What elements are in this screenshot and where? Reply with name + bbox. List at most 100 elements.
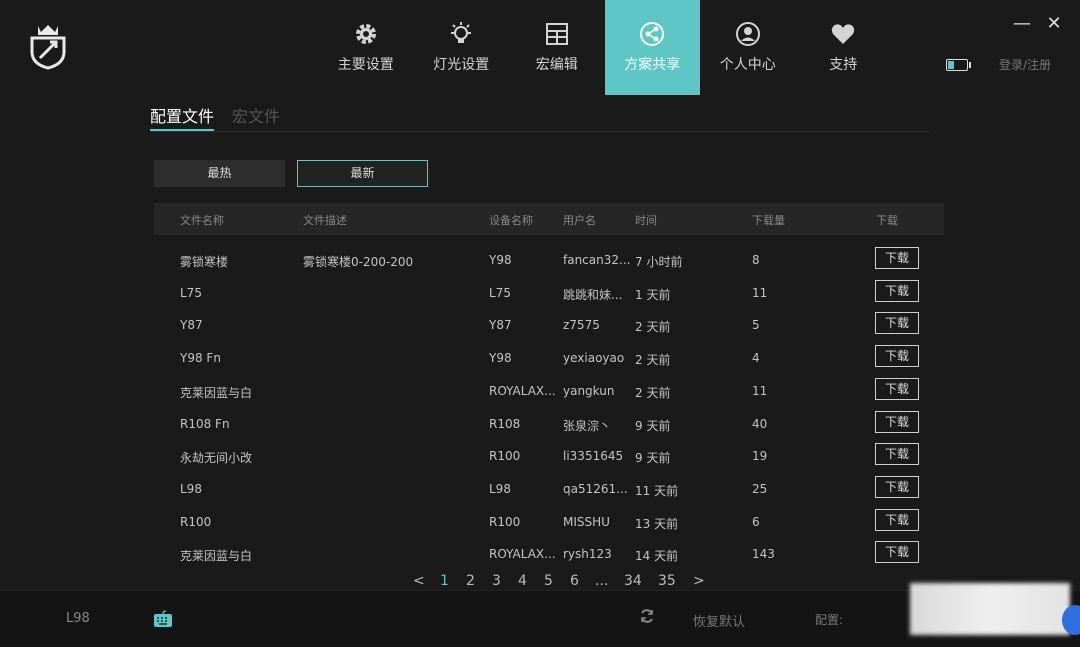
cell-user: qa51261... <box>563 482 628 496</box>
table-header: 文件名称 文件描述 设备名称 用户名 时间 下载量 下载 <box>154 203 944 235</box>
download-button[interactable]: 下载 <box>875 312 919 334</box>
col-time: 时间 <box>635 214 657 227</box>
table-row: R108 Fn R108 张泉淙丶 9 天前 40 下载 <box>154 408 944 440</box>
nav-label: 灯光设置 <box>433 57 490 73</box>
cell-name: 克莱因蓝与白 <box>180 549 253 563</box>
cell-name: Y98 Fn <box>180 351 221 365</box>
col-user: 用户名 <box>563 214 596 227</box>
nav-label: 主要设置 <box>337 57 394 73</box>
cell-name: 永劫无间小改 <box>180 451 253 465</box>
filter-new-button[interactable]: 最新 <box>297 160 428 187</box>
cell-downloads: 25 <box>752 482 768 496</box>
download-button[interactable]: 下载 <box>875 443 919 465</box>
tab-macros[interactable]: 宏文件 <box>232 103 280 129</box>
cell-device: Y87 <box>489 318 512 332</box>
table-row: 克莱因蓝与白 ROYALAX... rysh123 14 天前 143 下载 <box>154 538 944 570</box>
cell-time: 2 天前 <box>635 386 671 400</box>
brand-logo-icon <box>30 25 66 70</box>
keyboard-icon[interactable] <box>153 609 173 629</box>
page-34[interactable]: 34 <box>624 573 642 589</box>
cell-downloads: 11 <box>752 286 768 300</box>
share-icon <box>640 22 665 46</box>
nav-user-center[interactable]: 个人中心 <box>700 0 796 95</box>
download-button[interactable]: 下载 <box>875 411 919 433</box>
nav-profile-share[interactable]: 方案共享 <box>604 0 700 95</box>
download-button[interactable]: 下载 <box>875 345 919 367</box>
table-row: 永劫无间小改 R100 li3351645 9 天前 19 下载 <box>154 440 944 472</box>
cell-downloads: 11 <box>752 384 768 398</box>
download-button[interactable]: 下载 <box>875 247 919 269</box>
download-button[interactable]: 下载 <box>875 509 919 531</box>
cell-device: L98 <box>489 482 511 496</box>
table-row: L75 L75 跳跳和妹... 1 天前 11 下载 <box>154 277 944 309</box>
cell-device: L75 <box>489 286 511 300</box>
cell-user: fancan32... <box>563 253 631 267</box>
cell-device: ROYALAX... <box>489 547 556 561</box>
page-4[interactable]: 4 <box>518 573 527 589</box>
col-desc: 文件描述 <box>303 214 347 227</box>
next-page-button[interactable]: > <box>693 573 705 589</box>
gear-icon <box>355 24 376 44</box>
page-6[interactable]: 6 <box>570 573 579 589</box>
cell-time: 13 天前 <box>635 517 679 531</box>
cell-name: R108 Fn <box>180 417 230 431</box>
cell-downloads: 5 <box>752 318 760 332</box>
macro-grid-icon <box>545 23 568 45</box>
nav-label: 支持 <box>829 57 858 73</box>
device-name[interactable]: L98 <box>66 611 90 626</box>
col-downloads: 下载量 <box>752 214 785 227</box>
page-35[interactable]: 35 <box>658 573 676 589</box>
cell-time: 7 小时前 <box>635 255 683 269</box>
user-icon <box>735 22 760 46</box>
cell-user: yangkun <box>563 384 615 398</box>
login-register-link[interactable]: 登录/注册 <box>999 56 1051 73</box>
download-button[interactable]: 下载 <box>875 541 919 563</box>
page-1[interactable]: 1 <box>440 573 449 589</box>
download-button[interactable]: 下载 <box>875 476 919 498</box>
download-button[interactable]: 下载 <box>875 280 919 302</box>
cell-device: ROYALAX... <box>489 384 556 398</box>
cell-device: Y98 <box>489 351 512 365</box>
close-button[interactable]: ✕ <box>1044 14 1064 34</box>
cell-user: 跳跳和妹... <box>563 288 623 302</box>
tab-profiles[interactable]: 配置文件 <box>150 103 215 131</box>
nav-label: 方案共享 <box>624 57 681 73</box>
cell-user: yexiaoyao <box>563 351 625 365</box>
refresh-icon[interactable] <box>639 608 655 624</box>
page-5[interactable]: 5 <box>544 573 553 589</box>
prev-page-button[interactable]: < <box>413 573 425 589</box>
cell-name: L98 <box>180 482 202 496</box>
cell-user: 张泉淙丶 <box>563 419 612 433</box>
table-row: 克莱因蓝与白 ROYALAX... yangkun 2 天前 11 下载 <box>154 375 944 407</box>
nav-lighting[interactable]: 灯光设置 <box>414 0 510 95</box>
col-name: 文件名称 <box>180 214 224 227</box>
battery-icon <box>946 59 971 71</box>
page-3[interactable]: 3 <box>492 573 501 589</box>
cell-time: 14 天前 <box>635 549 679 563</box>
nav-support[interactable]: 支持 <box>796 0 892 95</box>
cell-user: MISSHU <box>563 515 610 529</box>
minimize-button[interactable]: — <box>1012 14 1032 34</box>
cell-time: 9 天前 <box>635 419 671 433</box>
restore-default-button[interactable]: 恢复默认 <box>693 611 745 630</box>
cell-downloads: 4 <box>752 351 760 365</box>
page-ellipsis: ... <box>595 573 609 589</box>
nav-macro-editor[interactable]: 宏编辑 <box>509 0 605 95</box>
table-row: Y87 Y87 z7575 2 天前 5 下载 <box>154 309 944 341</box>
cell-device: R100 <box>489 449 521 463</box>
nav-label: 个人中心 <box>719 57 776 73</box>
cell-downloads: 8 <box>752 253 760 267</box>
cell-device: R108 <box>489 417 521 431</box>
cell-name: 克莱因蓝与白 <box>180 386 253 400</box>
cell-device: R100 <box>489 515 521 529</box>
cell-downloads: 6 <box>752 515 760 529</box>
heart-icon <box>832 24 855 44</box>
cell-name: R100 <box>180 515 212 529</box>
table-row: 雾锁寒楼 雾锁寒楼0-200-200 Y98 fancan32... 7 小时前… <box>154 244 944 276</box>
filter-hot-button[interactable]: 最热 <box>154 160 285 187</box>
nav-main-settings[interactable]: 主要设置 <box>318 0 414 95</box>
nav-label: 宏编辑 <box>535 57 578 73</box>
download-button[interactable]: 下载 <box>875 378 919 400</box>
page-2[interactable]: 2 <box>466 573 475 589</box>
col-device: 设备名称 <box>489 214 533 227</box>
